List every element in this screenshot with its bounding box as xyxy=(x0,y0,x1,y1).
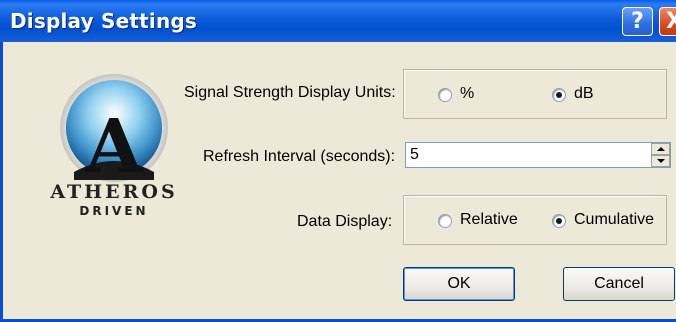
help-button[interactable]: ? xyxy=(622,7,653,36)
window-border-left xyxy=(0,42,3,322)
data-display-label: Data Display: xyxy=(297,213,393,230)
data-display-group: Relative Cumulative xyxy=(403,195,667,245)
refresh-interval-label: Refresh Interval (seconds): xyxy=(203,148,396,165)
radio-relative[interactable] xyxy=(438,214,452,228)
cancel-button[interactable]: Cancel xyxy=(563,267,675,301)
arrow-down-icon xyxy=(657,159,665,163)
ok-button[interactable]: OK xyxy=(403,267,515,301)
window-title: Display Settings xyxy=(10,9,198,33)
refresh-interval-field[interactable]: 5 xyxy=(405,142,671,168)
refresh-interval-spinner[interactable] xyxy=(651,143,670,167)
radio-percent[interactable] xyxy=(438,88,452,102)
radio-cumulative-label[interactable]: Cumulative xyxy=(574,211,654,229)
spin-up-button[interactable] xyxy=(651,143,670,155)
radio-percent-label[interactable]: % xyxy=(460,85,474,103)
radio-db[interactable] xyxy=(552,88,566,102)
atheros-logo: A ATHEROS DRIVEN xyxy=(49,74,177,218)
logo-text-atheros: ATHEROS xyxy=(49,181,177,203)
logo-text-driven: DRIVEN xyxy=(79,204,148,218)
title-bar[interactable]: Display Settings ? X xyxy=(0,0,676,42)
radio-cumulative[interactable] xyxy=(552,214,566,228)
radio-db-label[interactable]: dB xyxy=(574,85,594,103)
signal-units-group: % dB xyxy=(403,69,667,119)
arrow-up-icon xyxy=(657,147,665,151)
spin-down-button[interactable] xyxy=(651,155,670,167)
radio-relative-label[interactable]: Relative xyxy=(460,211,518,229)
signal-units-label: Signal Strength Display Units: xyxy=(184,84,396,101)
close-button[interactable]: X xyxy=(659,7,676,36)
display-settings-window: Display Settings ? X A ATHEROS DRIVEN Si… xyxy=(0,0,676,322)
refresh-interval-value: 5 xyxy=(410,146,419,163)
logo-letter: A xyxy=(84,104,144,190)
